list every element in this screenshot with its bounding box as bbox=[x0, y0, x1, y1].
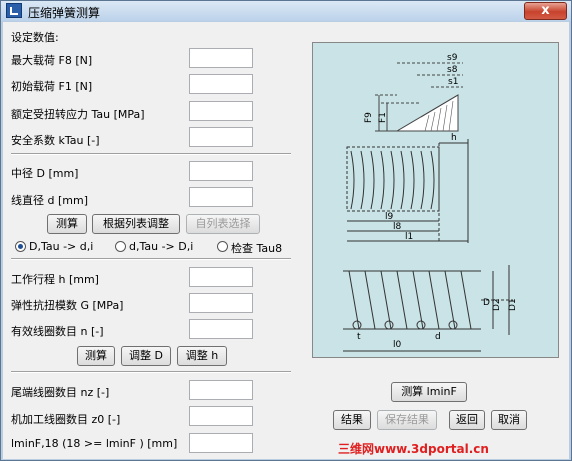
spring-top bbox=[346, 139, 469, 243]
radio-check-tau8[interactable] bbox=[217, 241, 228, 252]
active-coils-input[interactable] bbox=[189, 319, 253, 339]
end-coils-input[interactable] bbox=[189, 380, 253, 400]
spring-diagram-svg: s9 s8 s1 F9 F1 l9 l8 l1 h l0 D2 D1 D t d bbox=[343, 53, 518, 352]
separator bbox=[11, 371, 291, 373]
mean-diameter-label: 中径 D [mm] bbox=[11, 167, 79, 180]
title-bar[interactable]: 压缩弹簧测算 x bbox=[1, 1, 571, 21]
label-s8: s8 bbox=[447, 65, 458, 75]
working-stroke-label: 工作行程 h [mm] bbox=[11, 273, 99, 286]
radio-d-tau-Di-label: d,Tau -> D,i bbox=[129, 240, 194, 253]
window-title: 压缩弹簧测算 bbox=[28, 6, 101, 20]
label-l9: l9 bbox=[385, 212, 394, 222]
torsion-stress-label: 额定受扭转应力 Tau [MPa] bbox=[11, 108, 145, 121]
mean-diameter-input[interactable] bbox=[189, 161, 253, 181]
shear-modulus-input[interactable] bbox=[189, 293, 253, 313]
radio-d-tau-Di[interactable] bbox=[115, 241, 126, 252]
label-s9: s9 bbox=[447, 53, 458, 63]
end-coils-label: 尾端线圈数目 nz [-] bbox=[11, 386, 110, 399]
label-h: h bbox=[451, 133, 457, 143]
label-d: d bbox=[435, 332, 441, 342]
separator bbox=[11, 258, 291, 260]
close-button[interactable]: x bbox=[524, 2, 567, 20]
working-stroke-input[interactable] bbox=[189, 267, 253, 287]
select-from-list-button[interactable]: 自列表选择 bbox=[186, 214, 260, 234]
save-result-button[interactable]: 保存结果 bbox=[377, 410, 437, 430]
spring-diagram: s9 s8 s1 F9 F1 l9 l8 l1 h l0 D2 D1 D t d bbox=[312, 42, 559, 358]
max-load-label: 最大载荷 F8 [N] bbox=[11, 54, 93, 67]
initial-load-label: 初始载荷 F1 [N] bbox=[11, 80, 93, 93]
label-F9: F9 bbox=[364, 112, 374, 123]
torsion-stress-input[interactable] bbox=[189, 101, 253, 121]
label-D2: D2 bbox=[492, 298, 502, 311]
cancel-button[interactable]: 取消 bbox=[491, 410, 527, 430]
machined-coils-label: 机加工线圈数目 z0 [-] bbox=[11, 413, 121, 426]
watermark: 三维网www.3dportal.cn bbox=[338, 442, 489, 456]
spring-bottom bbox=[343, 265, 513, 352]
adjust-D-button[interactable]: 调整 D bbox=[121, 346, 171, 366]
initial-load-input[interactable] bbox=[189, 74, 253, 94]
adjust-by-list-button[interactable]: 根据列表调整 bbox=[92, 214, 180, 234]
radio-check-tau8-label: 检查 Tau8 bbox=[231, 242, 283, 255]
safety-factor-label: 安全系数 kTau [-] bbox=[11, 134, 100, 147]
label-s1: s1 bbox=[448, 77, 458, 87]
radio-d-tau-di-label: D,Tau -> d,i bbox=[29, 240, 94, 253]
shear-modulus-label: 弹性抗扭模数 G [MPa] bbox=[11, 299, 124, 312]
separator bbox=[11, 153, 291, 155]
dialog-window: 压缩弹簧测算 x 设定数值: 最大载荷 F8 [N] 初始载荷 F1 [N] 额… bbox=[0, 0, 572, 461]
lminf-input[interactable] bbox=[189, 433, 253, 453]
radio-d-tau-di[interactable] bbox=[15, 241, 26, 252]
back-button[interactable]: 返回 bbox=[449, 410, 485, 430]
label-l1: l1 bbox=[405, 232, 413, 242]
adjust-h-button[interactable]: 调整 h bbox=[177, 346, 227, 366]
label-D: D bbox=[483, 298, 490, 308]
label-D1: D1 bbox=[508, 298, 518, 311]
section-title: 设定数值: bbox=[11, 31, 59, 44]
label-l0: l0 bbox=[393, 340, 402, 350]
label-l8: l8 bbox=[393, 222, 402, 232]
machined-coils-input[interactable] bbox=[189, 406, 253, 426]
label-t: t bbox=[357, 332, 361, 342]
result-button[interactable]: 结果 bbox=[333, 410, 371, 430]
wire-diameter-label: 线直径 d [mm] bbox=[11, 194, 88, 207]
lminf-label: lminF,18 (18 >= lminF ) [mm] bbox=[11, 437, 178, 450]
label-F1: F1 bbox=[378, 112, 388, 123]
calc-button[interactable]: 测算 bbox=[47, 214, 87, 234]
safety-factor-input[interactable] bbox=[189, 127, 253, 147]
calc-working-button[interactable]: 测算 bbox=[77, 346, 115, 366]
calc-lminf-button[interactable]: 测算 lminF bbox=[391, 382, 467, 402]
app-icon bbox=[6, 3, 22, 18]
active-coils-label: 有效线圈数目 n [-] bbox=[11, 325, 104, 338]
client-area: 设定数值: 最大载荷 F8 [N] 初始载荷 F1 [N] 额定受扭转应力 Ta… bbox=[3, 22, 569, 459]
max-load-input[interactable] bbox=[189, 48, 253, 68]
wire-diameter-input[interactable] bbox=[189, 187, 253, 207]
